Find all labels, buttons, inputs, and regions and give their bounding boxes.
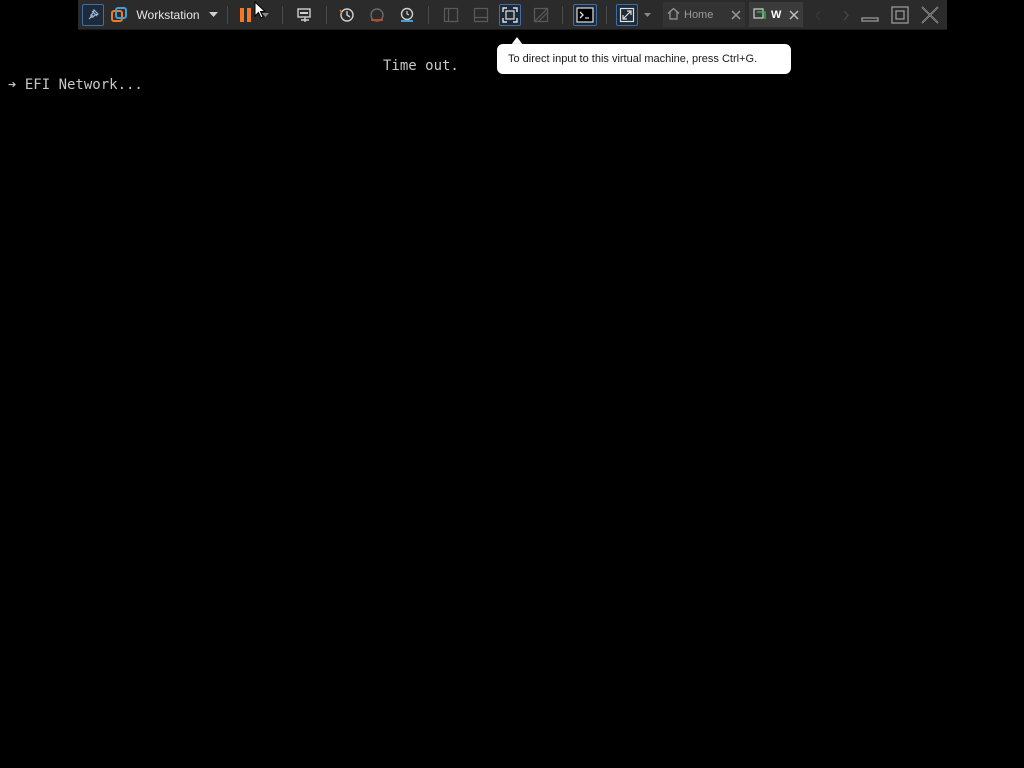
- console-view-icon[interactable]: [573, 4, 597, 26]
- mouse-cursor-icon: [254, 0, 267, 24]
- home-icon: [667, 7, 680, 23]
- unity-icon[interactable]: [530, 4, 552, 26]
- restore-icon[interactable]: [888, 4, 912, 26]
- tab-vm[interactable]: W: [749, 2, 803, 27]
- fullscreen-icon[interactable]: [499, 4, 521, 26]
- close-icon[interactable]: [918, 4, 942, 26]
- stretch-guest-icon[interactable]: [616, 4, 638, 26]
- scroll-tabs-right-icon[interactable]: [836, 4, 856, 26]
- close-tab-icon[interactable]: [731, 9, 741, 20]
- product-label: Workstation: [136, 8, 200, 22]
- stretch-dropdown-icon[interactable]: [641, 4, 653, 26]
- tab-home[interactable]: Home: [663, 2, 745, 27]
- send-keys-icon[interactable]: [294, 4, 316, 26]
- revert-snapshot-icon[interactable]: [366, 4, 388, 26]
- library-view-icon[interactable]: [440, 4, 462, 26]
- scroll-tabs-left-icon[interactable]: [808, 4, 828, 26]
- pin-icon[interactable]: [82, 4, 104, 26]
- minimize-icon[interactable]: [858, 4, 882, 26]
- pause-icon: [239, 7, 253, 23]
- thumbnail-view-icon[interactable]: [470, 4, 492, 26]
- vm-icon: [753, 7, 767, 23]
- input-grab-tooltip: To direct input to this virtual machine,…: [497, 44, 791, 74]
- snapshot-manager-icon[interactable]: [396, 4, 418, 26]
- dropdown-arrow-icon: [208, 12, 218, 18]
- efi-network-boot-line: ➔ EFI Network...: [8, 77, 143, 93]
- vm-screen[interactable]: Workstation Home W To direct input to th…: [0, 0, 1024, 768]
- close-tab-icon[interactable]: [789, 9, 799, 20]
- vmware-fullscreen-toolbar: Workstation Home W: [78, 0, 947, 30]
- tab-vm-label: W: [771, 8, 782, 21]
- timeout-message: Time out.: [383, 58, 459, 74]
- product-menu-button[interactable]: Workstation: [134, 4, 220, 26]
- vmware-logo-icon: [108, 4, 130, 26]
- tab-home-label: Home: [684, 8, 714, 21]
- snapshot-icon[interactable]: [336, 4, 358, 26]
